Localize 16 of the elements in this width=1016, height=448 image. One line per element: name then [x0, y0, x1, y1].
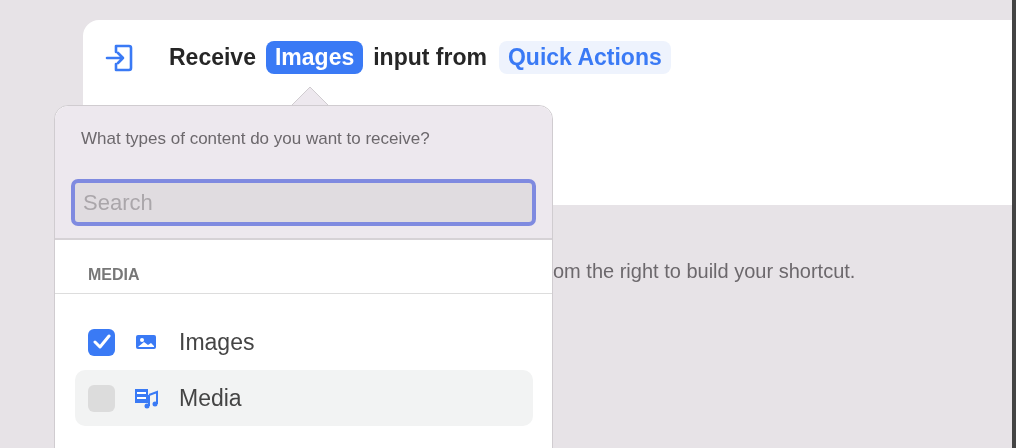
source-token[interactable]: Quick Actions [498, 41, 671, 74]
receive-input-icon [105, 42, 133, 73]
checkbox[interactable] [88, 328, 115, 356]
image-icon [135, 333, 157, 351]
item-label: Media [179, 384, 242, 412]
checkmark-icon [92, 334, 111, 350]
content-type-item[interactable]: Images [75, 314, 533, 370]
section-header: MEDIA [55, 240, 552, 294]
content-type-token[interactable]: Images [265, 41, 364, 74]
hint-text: om the right to build your shortcut. [553, 260, 857, 283]
action-verb: Receive [169, 44, 256, 71]
item-label: Images [179, 328, 255, 356]
popover-question: What types of content do you want to receive? [81, 129, 431, 149]
action-connector: input from [373, 44, 487, 71]
content-type-item[interactable]: Media [75, 370, 533, 426]
media-icon [134, 387, 158, 409]
